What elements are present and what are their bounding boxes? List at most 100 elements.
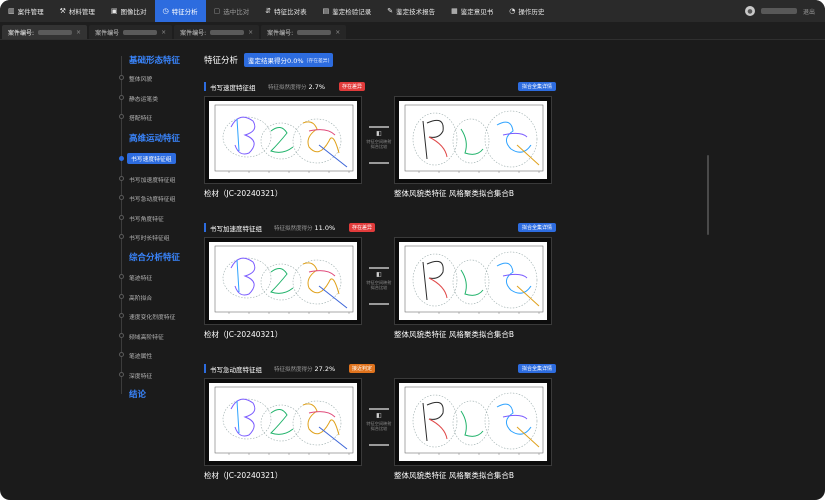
reference-panel[interactable] — [394, 237, 552, 325]
timeline-dot-active — [119, 156, 124, 161]
case-tab-label: 案件编号 — [95, 29, 120, 37]
nav-technical-report[interactable]: ✎ 鉴定技术报告 — [379, 0, 443, 22]
section-score: 2.7% — [308, 83, 326, 91]
nav-label: 图像比对 — [120, 8, 147, 16]
avatar[interactable]: ● — [744, 6, 755, 16]
sidebar-section-title[interactable]: 结论 — [129, 388, 146, 400]
top-nav: ▥ 案件管理 ⚒ 材料管理 ▣ 图像比对 ◷ 特征分析 ▢ 选中比对 ⇵ 特征比… — [0, 0, 825, 22]
reference-panel[interactable] — [394, 378, 552, 466]
sample-plot — [209, 242, 357, 320]
fit-detail-button[interactable]: 拟合全集详情 — [517, 223, 556, 232]
sidebar-item[interactable]: 书写加速度特征组 — [129, 175, 175, 184]
close-icon[interactable]: × — [335, 29, 340, 36]
nav-label: 特征比对表 — [274, 8, 307, 16]
sidebar-item[interactable]: 整体风貌 — [129, 74, 152, 83]
sidebar-item[interactable]: 笔迹特征 — [129, 273, 152, 282]
section-accent — [204, 223, 206, 232]
sidebar-item[interactable]: 速度变化烈度特征 — [129, 312, 175, 321]
overall-score-note: (存在差异) — [306, 58, 330, 64]
arrow-left-icon — [369, 443, 389, 446]
nav-opinion[interactable]: ▦ 鉴定意见书 — [443, 0, 501, 22]
timeline-dot — [119, 215, 124, 220]
compare-indicator: ◧ 特征空间映射 拟合比较 — [364, 267, 394, 305]
record-icon: ▤ — [322, 6, 330, 15]
sample-panel[interactable] — [204, 237, 362, 325]
nav-label: 操作历史 — [518, 8, 545, 16]
fit-detail-button[interactable]: 拟合全集详情 — [517, 364, 556, 373]
sidebar-item-active[interactable]: 书写速度特征组 — [127, 153, 176, 164]
nav-selected-compare[interactable]: ▢ 选中比对 — [206, 0, 258, 22]
image-compare-icon: ▣ — [110, 6, 118, 15]
nav-feature-table[interactable]: ⇵ 特征比对表 — [257, 0, 314, 22]
feature-table-icon: ⇵ — [265, 6, 272, 15]
page-header: 特征分析 鉴定结果得分0.0% (存在差异) — [204, 53, 334, 67]
sample-panel[interactable] — [204, 96, 362, 184]
sample-trajectory-plot — [214, 386, 354, 455]
opinion-icon: ▦ — [451, 6, 458, 15]
arrow-right-icon — [369, 126, 389, 128]
case-tab[interactable]: 案件编号: × — [261, 25, 347, 39]
case-icon: ▥ — [8, 6, 15, 15]
sidebar-item[interactable]: 搭配特征 — [129, 113, 152, 122]
close-icon[interactable]: × — [76, 29, 81, 36]
case-id-redacted — [38, 29, 73, 35]
compare-label: 特征空间映射 拟合比较 — [366, 421, 392, 432]
case-tab[interactable]: 案件编号: × — [2, 25, 88, 39]
case-tab-label: 案件编号: — [8, 29, 35, 37]
timeline-dot — [119, 114, 124, 119]
sidebar-item[interactable]: 高阶拟合 — [129, 293, 152, 302]
reference-panel[interactable] — [394, 96, 552, 184]
sidebar-item[interactable]: 深度特征 — [129, 371, 152, 380]
case-tabs: 案件编号: × 案件编号 × 案件编号: × 案件编号: × — [0, 22, 825, 40]
close-icon[interactable]: × — [248, 29, 253, 36]
scrollbar-thumb[interactable] — [707, 155, 709, 235]
compare-icon: ◧ — [376, 271, 382, 278]
nav-label: 案件管理 — [17, 8, 44, 16]
nav-material-management[interactable]: ⚒ 材料管理 — [52, 0, 103, 22]
sample-plot — [209, 101, 357, 179]
sidebar-item[interactable]: 静态运笔类 — [129, 94, 158, 103]
username-redacted — [760, 8, 797, 14]
arrow-left-icon — [369, 302, 389, 305]
case-tab[interactable]: 案件编号: × — [174, 25, 260, 39]
sidebar-item[interactable]: 频域高阶特征 — [129, 332, 164, 341]
reference-caption: 整体风貌类特征 风格聚类拟合集合B — [394, 471, 515, 480]
nav-image-compare[interactable]: ▣ 图像比对 — [103, 0, 155, 22]
nav-label: 鉴定检验记录 — [332, 8, 372, 16]
selected-compare-icon: ▢ — [213, 6, 221, 15]
sample-panel[interactable] — [204, 378, 362, 466]
case-tab-label: 案件编号: — [180, 29, 207, 37]
report-icon: ✎ — [387, 6, 394, 15]
case-id-redacted — [123, 29, 158, 35]
nav-feature-analysis[interactable]: ◷ 特征分析 — [154, 0, 206, 22]
sidebar-section-title[interactable]: 综合分析特征 — [129, 251, 180, 263]
nav-label: 选中比对 — [223, 8, 250, 16]
sidebar-item[interactable]: 笔迹属性 — [129, 351, 152, 360]
section-accent — [204, 364, 206, 373]
arrow-right-icon — [369, 267, 389, 269]
section-score-label: 特征拟然度得分 2.7% — [268, 83, 326, 91]
status-badge: 接近判定 — [349, 364, 376, 373]
sidebar-section-title[interactable]: 高维运动特征 — [129, 132, 180, 144]
overall-score-chip: 鉴定结果得分0.0% (存在差异) — [244, 53, 334, 67]
fit-detail-button[interactable]: 拟合全集详情 — [517, 82, 556, 91]
logout-link[interactable]: 退出 — [803, 7, 815, 16]
nav-case-management[interactable]: ▥ 案件管理 — [0, 0, 52, 22]
nav-history[interactable]: ◔ 操作历史 — [501, 0, 552, 22]
timeline-dot — [119, 274, 124, 279]
sidebar-item[interactable]: 书写时长特征组 — [129, 233, 170, 242]
close-icon[interactable]: × — [161, 29, 166, 36]
sample-caption: 检材（JC-20240321） — [204, 330, 283, 339]
page-title: 特征分析 — [204, 56, 239, 66]
section-score-label: 特征拟然度得分 27.2% — [274, 365, 336, 373]
sidebar-item[interactable]: 书写急动度特征组 — [129, 194, 175, 203]
section-score: 27.2% — [314, 365, 336, 373]
section-name: 书写加速度特征组 — [210, 225, 262, 233]
nav-inspection-record[interactable]: ▤ 鉴定检验记录 — [315, 0, 380, 22]
case-tab[interactable]: 案件编号 × — [89, 25, 173, 39]
timeline-dot — [119, 333, 124, 338]
case-id-redacted — [297, 29, 332, 35]
sidebar-item[interactable]: 书写角度特征 — [129, 214, 164, 223]
compare-indicator: ◧ 特征空间映射 拟合比较 — [364, 408, 394, 446]
sidebar-section-title[interactable]: 基础形态特征 — [129, 54, 180, 66]
